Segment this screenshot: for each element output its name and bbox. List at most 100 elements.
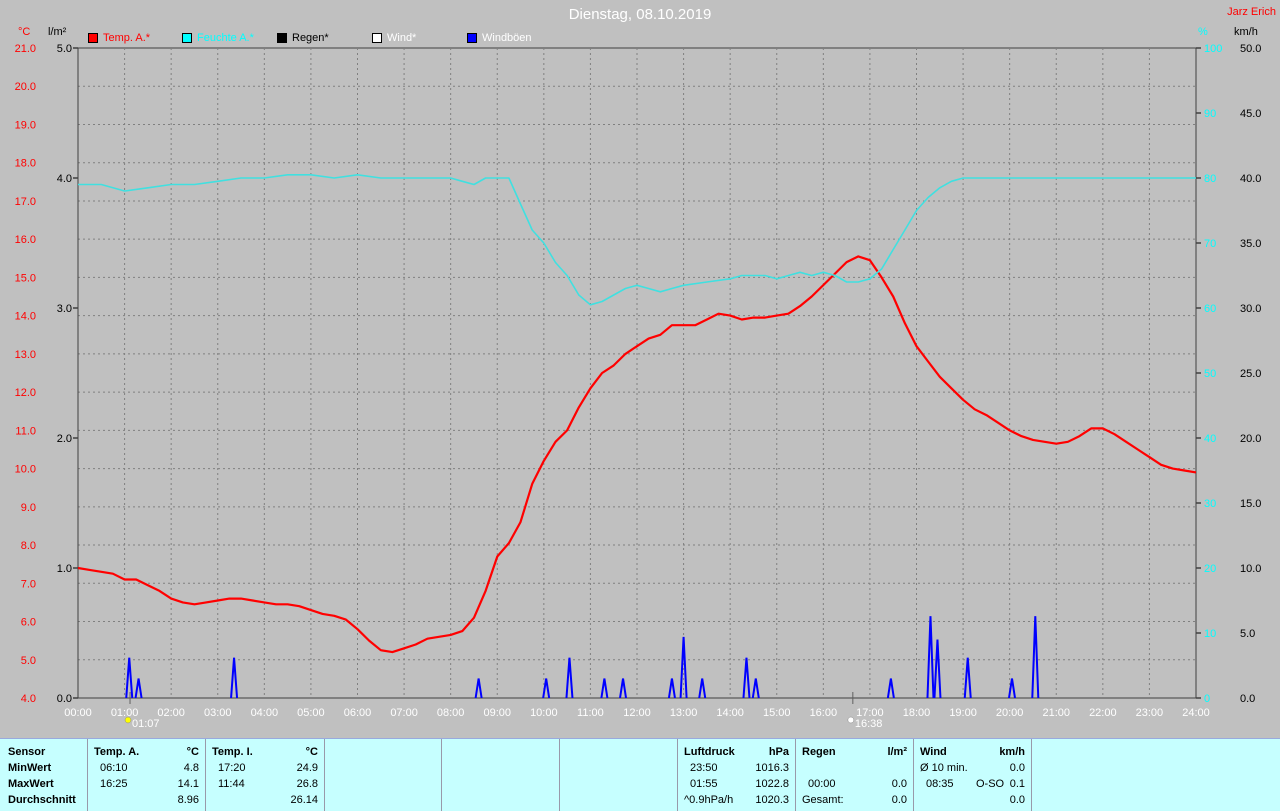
pressure-min-time: 23:50 xyxy=(690,762,718,774)
chart-title: Dienstag, 08.10.2019 xyxy=(568,6,712,23)
x-tick-label: 08:00 xyxy=(437,707,465,719)
wind-unit: km/h xyxy=(999,746,1025,758)
wind-avg-value: 0.0 xyxy=(1009,762,1025,774)
temp-tick-label: 10.0 xyxy=(15,464,36,476)
temp-a-unit: °C xyxy=(186,746,199,758)
wind-tick-label: 5.0 xyxy=(1240,628,1255,640)
legend-humidity-swatch xyxy=(182,33,192,43)
temp-tick-label: 15.0 xyxy=(15,272,36,284)
x-tick-label: 24:00 xyxy=(1182,707,1210,719)
legend-temp-label: Temp. A.* xyxy=(103,32,151,44)
empty-column-1 xyxy=(325,739,442,811)
temp-tick-label: 8.0 xyxy=(21,540,36,552)
x-tick-label: 07:00 xyxy=(390,707,418,719)
wind-tick-label: 35.0 xyxy=(1240,238,1261,250)
wind-max-dir: O-SO xyxy=(976,778,1005,790)
x-tick-label: 00:00 xyxy=(64,707,92,719)
rain-max-value: 0.0 xyxy=(891,778,907,790)
wind-tick-label: 40.0 xyxy=(1240,173,1261,185)
temp-a-column: Temp. A. °C 06:10 4.8 16:25 14.1 8.96 xyxy=(88,739,206,811)
x-tick-label: 15:00 xyxy=(763,707,791,719)
temp-i-unit: °C xyxy=(305,746,318,758)
max-row-label: MaxWert xyxy=(8,778,54,790)
empty-column-2 xyxy=(442,739,560,811)
humidity-tick-label: 10 xyxy=(1204,628,1216,640)
temp-tick-label: 18.0 xyxy=(15,158,36,170)
humidity-tick-label: 0 xyxy=(1204,693,1210,705)
rain-tick-label: 2.0 xyxy=(57,433,72,445)
rain-tick-label: 3.0 xyxy=(57,303,72,315)
humidity-tick-label: 50 xyxy=(1204,368,1216,380)
rain-tick-label: 4.0 xyxy=(57,173,72,185)
x-tick-label: 13:00 xyxy=(670,707,698,719)
temp-a-min-time: 06:10 xyxy=(100,762,128,774)
temp-tick-label: 14.0 xyxy=(15,311,36,323)
legend-wind-swatch xyxy=(372,33,382,43)
temp-unit-label: °C xyxy=(18,26,31,38)
stats-table: Sensor MinWert MaxWert Durchschnitt Temp… xyxy=(0,738,1280,811)
temp-tick-label: 17.0 xyxy=(15,196,36,208)
temp-tick-label: 4.0 xyxy=(21,693,36,705)
temp-a-header: Temp. A. xyxy=(94,746,140,758)
humidity-tick-label: 100 xyxy=(1204,43,1222,55)
sunset-time-label: 16:38 xyxy=(855,718,883,730)
temp-a-avg-value: 8.96 xyxy=(177,794,199,806)
x-tick-label: 18:00 xyxy=(903,707,931,719)
x-tick-label: 05:00 xyxy=(297,707,325,719)
temp-i-max-time: 11:44 xyxy=(218,778,245,790)
x-tick-label: 03:00 xyxy=(204,707,232,719)
x-tick-label: 16:00 xyxy=(810,707,838,719)
rain-tick-label: 0.0 xyxy=(57,693,72,705)
rain-total-value: 0.0 xyxy=(891,794,907,806)
rain-column: Regen l/m² 00:00 0.0 Gesamt: 0.0 xyxy=(796,739,914,811)
wind-tick-label: 10.0 xyxy=(1240,563,1261,575)
temp-i-min-value: 24.9 xyxy=(296,762,318,774)
x-tick-label: 20:00 xyxy=(996,707,1024,719)
wind-header: Wind xyxy=(920,746,947,758)
temp-tick-label: 7.0 xyxy=(21,578,36,590)
legend-temp: Temp. A.* xyxy=(88,31,150,45)
temp-tick-label: 9.0 xyxy=(21,502,36,514)
temp-tick-label: 11.0 xyxy=(15,425,36,437)
x-tick-label: 09:00 xyxy=(483,707,511,719)
avg-row-label: Durchschnitt xyxy=(8,794,76,806)
x-tick-label: 23:00 xyxy=(1136,707,1164,719)
sunrise-time-label: 01:07 xyxy=(132,718,160,730)
temp-tick-label: 16.0 xyxy=(15,234,36,246)
legend-gust-label: Windböen xyxy=(482,32,532,44)
wind-avg-label: Ø 10 min. xyxy=(920,762,968,774)
sunrise-icon xyxy=(124,716,132,724)
humidity-tick-label: 80 xyxy=(1204,173,1216,185)
temp-a-max-value: 14.1 xyxy=(177,778,199,790)
humidity-tick-label: 30 xyxy=(1204,498,1216,510)
temp-tick-label: 19.0 xyxy=(15,119,36,131)
legend-humidity: Feuchte A.* xyxy=(182,31,254,45)
rain-total-label: Gesamt: xyxy=(802,794,844,806)
wind-max-time: 08:35 xyxy=(926,778,954,790)
pressure-header: Luftdruck xyxy=(684,746,735,758)
temp-tick-label: 6.0 xyxy=(21,617,36,629)
weather-chart: 00:00 01:00 02:00 03:00 04:00 05:00 06:00 07:00… xyxy=(15,43,1262,730)
rain-max-time: 00:00 xyxy=(808,778,836,790)
humidity-unit-label: % xyxy=(1198,26,1208,38)
x-tick-label: 19:00 xyxy=(949,707,977,719)
temp-tick-label: 20.0 xyxy=(15,81,36,93)
legend-humidity-label: Feuchte A.* xyxy=(197,32,254,44)
legend-gust-swatch xyxy=(467,33,477,43)
sensor-column: Sensor MinWert MaxWert Durchschnitt xyxy=(0,739,88,811)
wind-tick-label: 50.0 xyxy=(1240,43,1261,55)
wind-tick-label: 45.0 xyxy=(1240,108,1261,120)
legend-wind: Wind* xyxy=(372,31,416,45)
legend-rain-label: Regen* xyxy=(292,32,329,44)
temp-i-max-value: 26.8 xyxy=(296,778,318,790)
temp-a-min-value: 4.8 xyxy=(183,762,199,774)
pressure-min-value: 1016.3 xyxy=(755,762,789,774)
wind-tick-label: 0.0 xyxy=(1240,693,1255,705)
wind-third-value: 0.0 xyxy=(1009,794,1025,806)
sensor-header: Sensor xyxy=(8,746,46,758)
wind-tick-label: 20.0 xyxy=(1240,433,1261,445)
temp-tick-label: 5.0 xyxy=(21,655,36,667)
temp-i-column: Temp. I. °C 17:20 24.9 11:44 26.8 26.14 xyxy=(206,739,325,811)
x-tick-label: 14:00 xyxy=(716,707,744,719)
humidity-tick-label: 70 xyxy=(1204,238,1216,250)
